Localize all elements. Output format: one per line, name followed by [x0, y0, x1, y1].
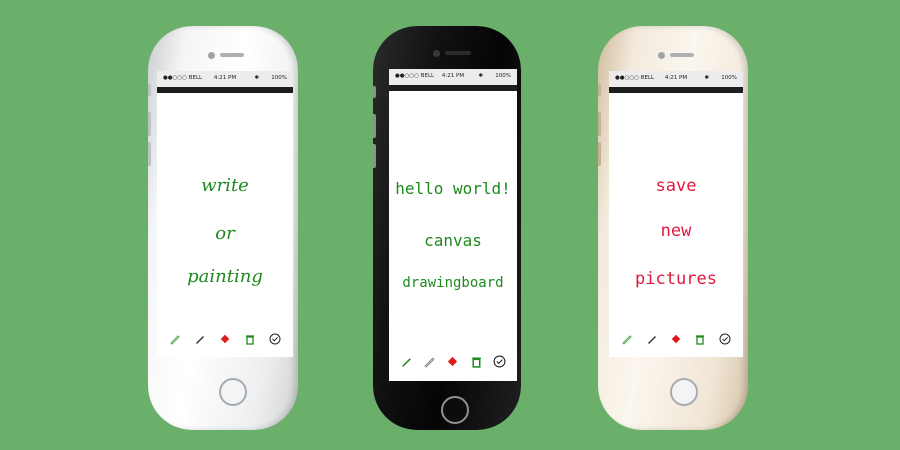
canvas-line-2: new	[660, 221, 692, 241]
eraser-icon[interactable]	[445, 353, 461, 369]
drawing-toolbar	[157, 329, 293, 349]
trash-icon[interactable]	[468, 353, 484, 369]
drawing-toolbar	[609, 329, 743, 349]
home-button[interactable]	[219, 378, 247, 406]
pencil-outline-icon[interactable]	[619, 331, 635, 347]
canvas-line-1: write	[201, 175, 249, 196]
battery-label: 100%	[721, 75, 737, 81]
bluetooth-icon: ✱	[478, 73, 483, 79]
pencil-outline-icon[interactable]	[399, 353, 415, 369]
pen-icon[interactable]	[192, 331, 208, 347]
eraser-icon[interactable]	[217, 331, 233, 347]
camera	[658, 52, 665, 59]
eraser-icon[interactable]	[668, 331, 684, 347]
screen: ●●○○○ BELL 4:21 PM ✱ 100% save new pictu…	[609, 71, 743, 357]
status-bar: ●●○○○ BELL 4:21 PM ✱ 100%	[389, 69, 517, 85]
screen: ●●○○○ BELL 4:21 PM ✱ 100% hello world! c…	[389, 69, 517, 381]
canvas-line-2: or	[215, 223, 235, 244]
battery-label: 100%	[271, 75, 287, 81]
trash-icon[interactable]	[242, 331, 258, 347]
screen: ●●○○○ BELL 4:21 PM ✱ 100% write or paint…	[157, 71, 293, 357]
side-button	[148, 112, 151, 136]
side-button	[598, 142, 601, 166]
drawing-toolbar	[389, 351, 517, 371]
canvas-line-3: pictures	[635, 269, 717, 289]
phone-gold: ●●○○○ BELL 4:21 PM ✱ 100% save new pictu…	[598, 26, 748, 430]
side-button	[373, 144, 376, 168]
nav-bar	[609, 87, 743, 93]
status-bar: ●●○○○ BELL 4:21 PM ✱ 100%	[609, 71, 743, 87]
camera	[208, 52, 215, 59]
pen-icon[interactable]	[644, 331, 660, 347]
canvas-line-3: painting	[187, 266, 263, 287]
canvas-line-3: drawingboard	[402, 275, 504, 291]
check-circle-icon[interactable]	[491, 353, 507, 369]
check-circle-icon[interactable]	[717, 331, 733, 347]
canvas-line-2: canvas	[424, 231, 482, 250]
pen-icon[interactable]	[422, 353, 438, 369]
home-button[interactable]	[670, 378, 698, 406]
side-button	[598, 112, 601, 136]
side-button	[148, 84, 151, 96]
side-button	[373, 86, 376, 98]
bluetooth-icon: ✱	[254, 75, 259, 81]
home-button[interactable]	[441, 396, 469, 424]
trash-icon[interactable]	[692, 331, 708, 347]
phone-white: ●●○○○ BELL 4:21 PM ✱ 100% write or paint…	[148, 26, 298, 430]
phone-black: ●●○○○ BELL 4:21 PM ✱ 100% hello world! c…	[373, 26, 521, 430]
nav-bar	[389, 85, 517, 91]
canvas-line-1: hello world!	[395, 179, 511, 198]
pencil-outline-icon[interactable]	[167, 331, 183, 347]
speaker	[445, 51, 471, 55]
side-button	[148, 142, 151, 166]
speaker	[220, 53, 244, 57]
side-button	[598, 84, 601, 96]
speaker	[670, 53, 694, 57]
bluetooth-icon: ✱	[704, 75, 709, 81]
side-button	[373, 114, 376, 138]
status-bar: ●●○○○ BELL 4:21 PM ✱ 100%	[157, 71, 293, 87]
canvas-line-1: save	[655, 176, 697, 196]
check-circle-icon[interactable]	[267, 331, 283, 347]
battery-label: 100%	[495, 73, 511, 79]
camera	[433, 50, 440, 57]
nav-bar	[157, 87, 293, 93]
